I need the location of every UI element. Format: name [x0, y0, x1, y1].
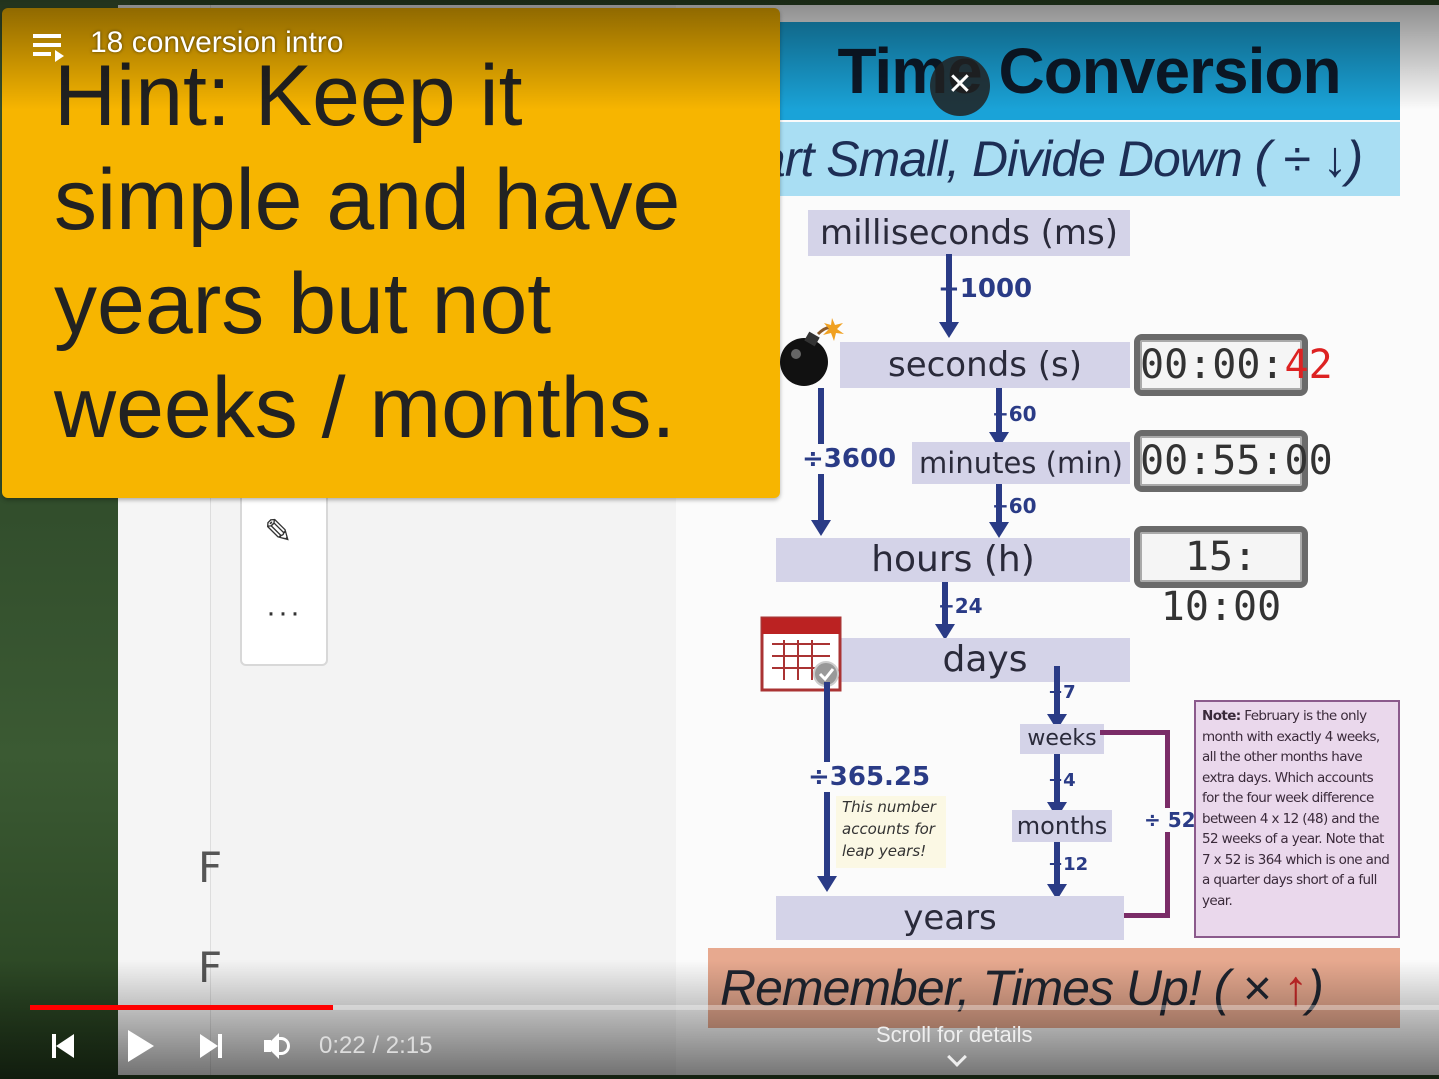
clock-hours: 15: 10:00 [1134, 526, 1308, 630]
divider-label: ÷4 [1048, 770, 1076, 791]
unit-seconds: seconds (s) [840, 342, 1130, 388]
divider-label: ÷60 [992, 402, 1037, 426]
divider-label: ÷12 [1048, 854, 1089, 875]
divider-label: ÷24 [938, 594, 983, 618]
hint-line: simple and have [54, 152, 681, 248]
poster-title: Time Conversion [778, 22, 1400, 120]
unit-milliseconds: milliseconds (ms) [808, 210, 1130, 256]
next-icon[interactable] [198, 1032, 228, 1060]
unit-months: months [1012, 810, 1112, 842]
playlist-icon[interactable] [33, 32, 67, 62]
progress-bar[interactable] [30, 1005, 1439, 1010]
play-icon[interactable] [126, 1028, 156, 1064]
unit-hours: hours (h) [776, 538, 1130, 582]
close-icon[interactable]: ✕ [930, 56, 990, 116]
hint-card: Hint: Keep it simple and have years but … [2, 8, 780, 498]
poster-subtitle: art Small, Divide Down ( ÷ ↓) [748, 122, 1400, 196]
scroll-for-details[interactable]: Scroll for details [876, 1022, 1033, 1048]
divider-label: ÷ 52 [1142, 808, 1198, 832]
video-frame[interactable]: F F ✎ ··· Time Conversion art Small, Div… [0, 0, 1439, 1079]
divider-label: ÷365.25 [808, 762, 931, 792]
clock-minutes: 00:55:00 [1134, 430, 1333, 492]
divider-label: ÷7 [1048, 682, 1076, 703]
bomb-icon [780, 318, 844, 386]
board-letter: F [198, 843, 223, 892]
video-title[interactable]: 18 conversion intro [90, 26, 343, 60]
unit-days: days [840, 638, 1130, 682]
board-letter: F [198, 943, 223, 992]
note-label: Note: [1202, 708, 1241, 724]
divider-label: ÷3600 [802, 444, 897, 474]
time-display: 0:22 / 2:15 [319, 1032, 433, 1059]
hint-text: Hint: Keep it simple and have years but … [54, 44, 774, 460]
volume-icon[interactable] [262, 1031, 296, 1061]
unit-minutes: minutes (min) [912, 442, 1130, 484]
hint-line: years but not [54, 256, 552, 352]
leap-year-note: This number accounts for leap years! [836, 796, 946, 868]
note-text: February is the only month with exactly … [1202, 708, 1390, 909]
unit-years: years [776, 896, 1124, 940]
tool-panel: ✎ ··· [240, 470, 328, 666]
previous-icon[interactable] [52, 1032, 82, 1060]
remember-banner: Remember, Times Up! ( × ↑) [708, 948, 1400, 1028]
february-note: Note: February is the only month with ex… [1194, 700, 1400, 938]
clock-seconds: 00:00:42 [1134, 334, 1333, 396]
pen-icon[interactable]: ✎ [264, 512, 293, 552]
progress-played [30, 1005, 333, 1010]
divider-label: ÷60 [992, 494, 1037, 518]
hint-line: weeks / months. [54, 360, 676, 456]
calendar-icon [760, 616, 842, 692]
divider-label: ÷1000 [938, 274, 1033, 304]
more-icon[interactable]: ··· [266, 596, 302, 630]
unit-weeks: weeks [1020, 724, 1104, 754]
